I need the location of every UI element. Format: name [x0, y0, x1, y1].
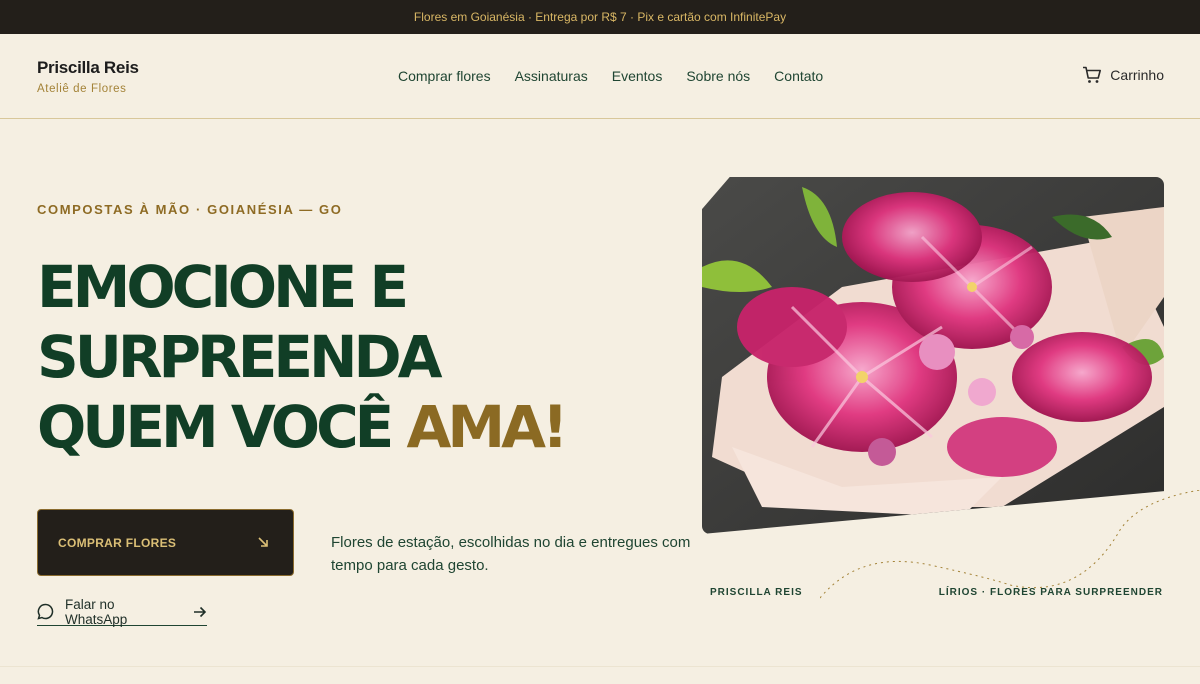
headline-accent: AMA! — [406, 393, 569, 461]
hero-headline: EMOCIONE E SURPREENDA QUEM VOCÊ AMA! — [37, 252, 569, 462]
headline-line-3: QUEM VOCÊ — [37, 393, 394, 461]
announcement-bar: Flores em Goianésia · Entrega por R$ 7 ·… — [0, 0, 1200, 34]
announcement-text: Flores em Goianésia · Entrega por R$ 7 ·… — [413, 10, 787, 24]
section-divider — [0, 666, 1200, 667]
buy-flowers-label: COMPRAR FLORES — [58, 535, 177, 550]
photo-caption-left: PRISCILLA REIS — [710, 587, 803, 598]
brand-subtitle: Ateliê de Flores — [37, 83, 127, 95]
nav-item-eventos[interactable]: Eventos — [612, 68, 663, 84]
buy-flowers-button[interactable]: COMPRAR FLORES — [37, 509, 294, 576]
headline-line-2: SURPREENDA — [37, 323, 443, 391]
whatsapp-link[interactable]: Falar no WhatsApp — [37, 596, 207, 627]
hero-description: Flores de estação, escolhidas no dia e e… — [331, 534, 691, 574]
brand-name[interactable]: Priscilla Reis — [37, 58, 139, 78]
whatsapp-label: Falar no WhatsApp — [65, 596, 128, 627]
main-nav: Comprar flores Assinaturas Eventos Sobre… — [398, 68, 847, 84]
chat-bubble-icon — [37, 603, 54, 620]
arrow-down-right-icon — [257, 535, 269, 551]
nav-item-contato[interactable]: Contato — [774, 68, 823, 84]
cart-label: Carrinho — [1110, 67, 1164, 83]
nav-item-assinaturas[interactable]: Assinaturas — [515, 68, 588, 84]
hero-photo-lilies — [702, 177, 1164, 534]
photo-caption-right: LÍRIOS · FLORES PARA SURPREENDER — [938, 587, 1163, 598]
hero-eyebrow: COMPOSTAS À MÃO · GOIANÉSIA — GO — [37, 202, 343, 217]
arrow-right-icon — [193, 606, 207, 618]
site-header: Priscilla Reis Ateliê de Flores Comprar … — [0, 34, 1200, 119]
cart-button[interactable]: Carrinho — [1082, 66, 1164, 84]
nav-item-sobre-nos[interactable]: Sobre nós — [686, 68, 750, 84]
nav-item-comprar-flores[interactable]: Comprar flores — [398, 68, 491, 84]
headline-line-1: EMOCIONE E — [37, 253, 409, 321]
cart-icon — [1083, 66, 1102, 83]
